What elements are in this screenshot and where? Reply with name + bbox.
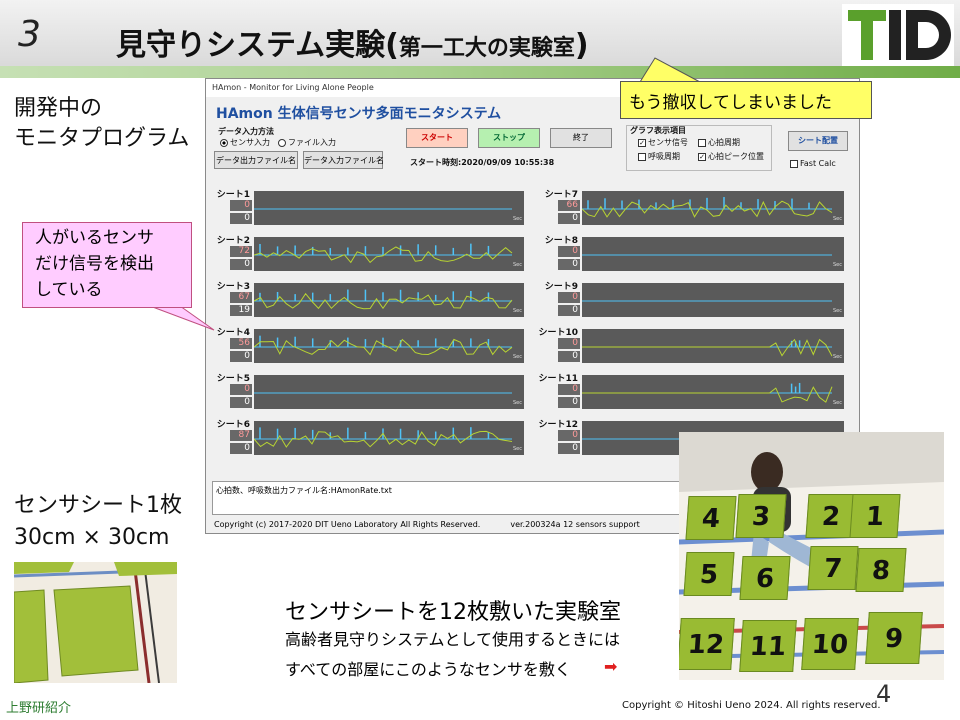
experiment-sub-1: 高齢者見守りシステムとして使用するときには — [285, 630, 621, 649]
sheet-size-label-2: 30cm × 30cm — [14, 525, 170, 550]
sensor-pad: 8 — [855, 548, 907, 592]
sensor-pad: 3 — [735, 494, 787, 538]
callout-left-line-2: だけ信号を検出 — [35, 254, 154, 274]
footer-lab-intro: 上野研紹介 — [6, 701, 72, 716]
sensor-pad: 1 — [849, 494, 901, 538]
sheet-size-label-1: センサシート1枚 — [14, 493, 182, 518]
callout-left-line-1: 人がいるセンサ — [35, 228, 154, 248]
sensor-sheet-photo — [14, 562, 177, 683]
slide-copyright: Copyright © Hitoshi Ueno 2024. All right… — [622, 700, 881, 711]
sensor-pad: 12 — [679, 618, 735, 670]
sensor-pad: 7 — [807, 546, 859, 590]
experiment-title: センサシートを12枚敷いた実験室 — [285, 600, 621, 625]
experiment-room-photo: 4 3 2 1 5 6 7 8 12 11 10 9 — [679, 432, 944, 680]
right-arrow-icon: ➡ — [604, 657, 618, 676]
callout-sensor-detect: 人がいるセンサ だけ信号を検出 している — [22, 222, 192, 308]
sensor-pad: 5 — [683, 552, 735, 596]
sensor-pad: 10 — [801, 618, 859, 670]
sensor-pad: 9 — [865, 612, 923, 664]
sensor-pad: 11 — [739, 620, 797, 672]
callout-removed: もう撤収してしまいました — [620, 81, 872, 119]
sensor-pad: 6 — [739, 556, 791, 600]
experiment-sub-2: すべての部屋にこのようなセンサを敷く — [285, 660, 571, 679]
callout-left-line-3: している — [35, 280, 103, 300]
page-number: 4 — [876, 680, 892, 708]
sensor-pad: 4 — [685, 496, 737, 540]
